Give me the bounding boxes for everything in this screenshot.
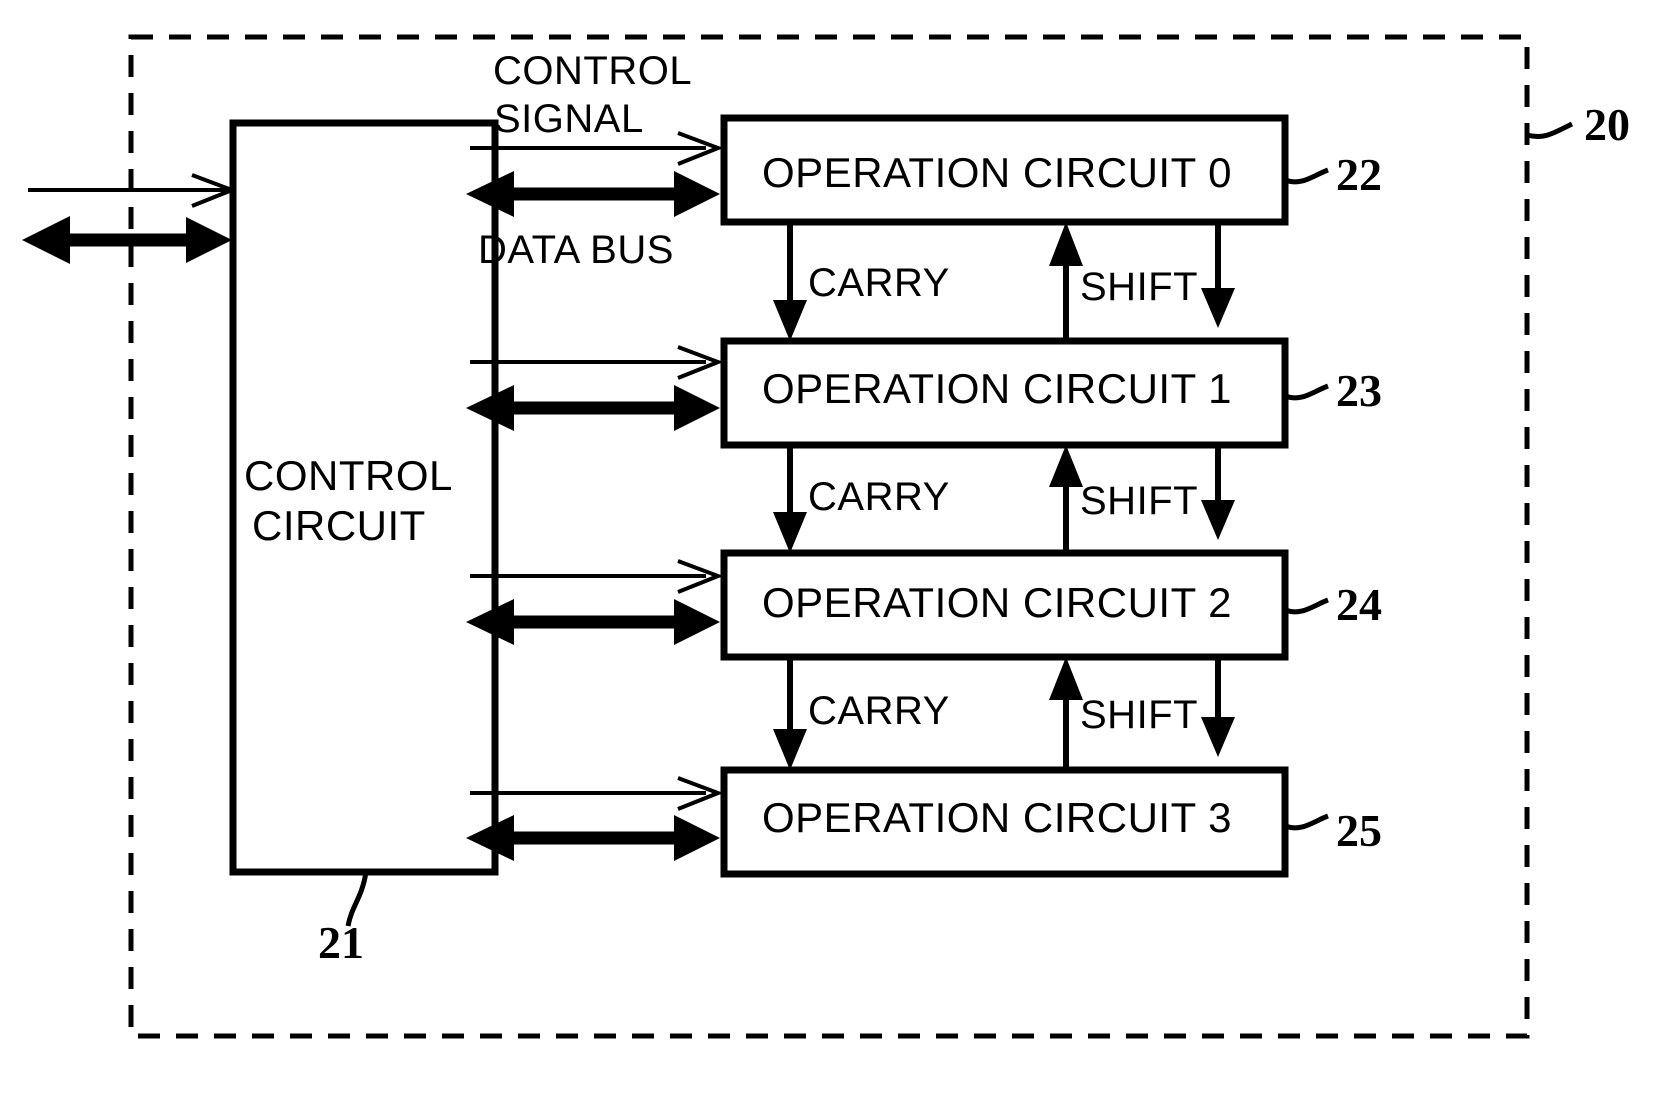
- external-data-arrowhead-right-icon: [186, 217, 232, 263]
- shift-return-arrowhead-1-icon: [1201, 500, 1235, 540]
- shift-arrowhead-2-icon: [1049, 657, 1083, 700]
- patent-figure: 20 CONTROL CIRCUIT 21 CONTROL SIGNAL DAT…: [0, 0, 1667, 1093]
- carry-shift-group-0: CARRY SHIFT: [773, 222, 1235, 341]
- ref-leader-24: [1284, 597, 1329, 615]
- carry-label-2: CARRY: [808, 689, 950, 733]
- carry-arrowhead-1-icon: [773, 512, 807, 553]
- shift-label-0: SHIFT: [1080, 265, 1198, 309]
- shift-arrowhead-1-icon: [1049, 445, 1083, 487]
- bus-group-3: [466, 776, 724, 861]
- shift-return-arrowhead-0-icon: [1201, 288, 1235, 328]
- ref-leader-20: [1526, 121, 1574, 140]
- data-bus-arrowhead-right-2-icon: [674, 599, 720, 645]
- shift-label-1: SHIFT: [1080, 479, 1198, 523]
- carry-arrowhead-2-icon: [773, 729, 807, 770]
- bus-group-1: [466, 345, 724, 431]
- control-circuit-label-line1: CONTROL: [244, 452, 453, 499]
- ref-number-21: 21: [318, 917, 364, 968]
- bus-group-2: [466, 559, 724, 645]
- external-data-arrowhead-left-icon: [22, 216, 70, 264]
- ref-leader-25: [1284, 813, 1329, 831]
- ref-leader-22: [1284, 167, 1329, 185]
- bus-group-0: [466, 131, 724, 217]
- shift-arrowhead-0-icon: [1049, 222, 1083, 266]
- operation-circuit-0-label: OPERATION CIRCUIT 0: [762, 149, 1232, 196]
- ref-number-23: 23: [1336, 365, 1382, 416]
- operation-circuit-3-label: OPERATION CIRCUIT 3: [762, 794, 1232, 841]
- control-signal-label-line2: SIGNAL: [494, 97, 644, 141]
- ref-number-20: 20: [1584, 99, 1630, 150]
- operation-circuit-2-label: OPERATION CIRCUIT 2: [762, 579, 1232, 626]
- carry-label-1: CARRY: [808, 475, 950, 519]
- ref-number-24: 24: [1336, 579, 1382, 630]
- figure-canvas: 20 CONTROL CIRCUIT 21 CONTROL SIGNAL DAT…: [22, 34, 1630, 1039]
- data-bus-arrowhead-right-0-icon: [674, 171, 720, 217]
- carry-shift-group-1: CARRY SHIFT: [773, 445, 1235, 553]
- shift-return-arrowhead-2-icon: [1201, 717, 1235, 757]
- shift-label-2: SHIFT: [1080, 693, 1198, 737]
- carry-arrowhead-0-icon: [773, 300, 807, 341]
- operation-circuit-1-label: OPERATION CIRCUIT 1: [762, 365, 1232, 412]
- control-circuit-label-line2: CIRCUIT: [252, 502, 426, 549]
- carry-shift-group-2: CARRY SHIFT: [773, 657, 1235, 770]
- ref-number-22: 22: [1336, 149, 1382, 200]
- carry-label-0: CARRY: [808, 261, 950, 305]
- data-bus-arrowhead-right-3-icon: [674, 815, 720, 861]
- control-signal-label-line1: CONTROL: [493, 49, 692, 93]
- ref-leader-23: [1284, 383, 1329, 401]
- data-bus-label: DATA BUS: [478, 228, 674, 272]
- data-bus-arrowhead-right-1-icon: [674, 385, 720, 431]
- ref-number-25: 25: [1336, 805, 1382, 856]
